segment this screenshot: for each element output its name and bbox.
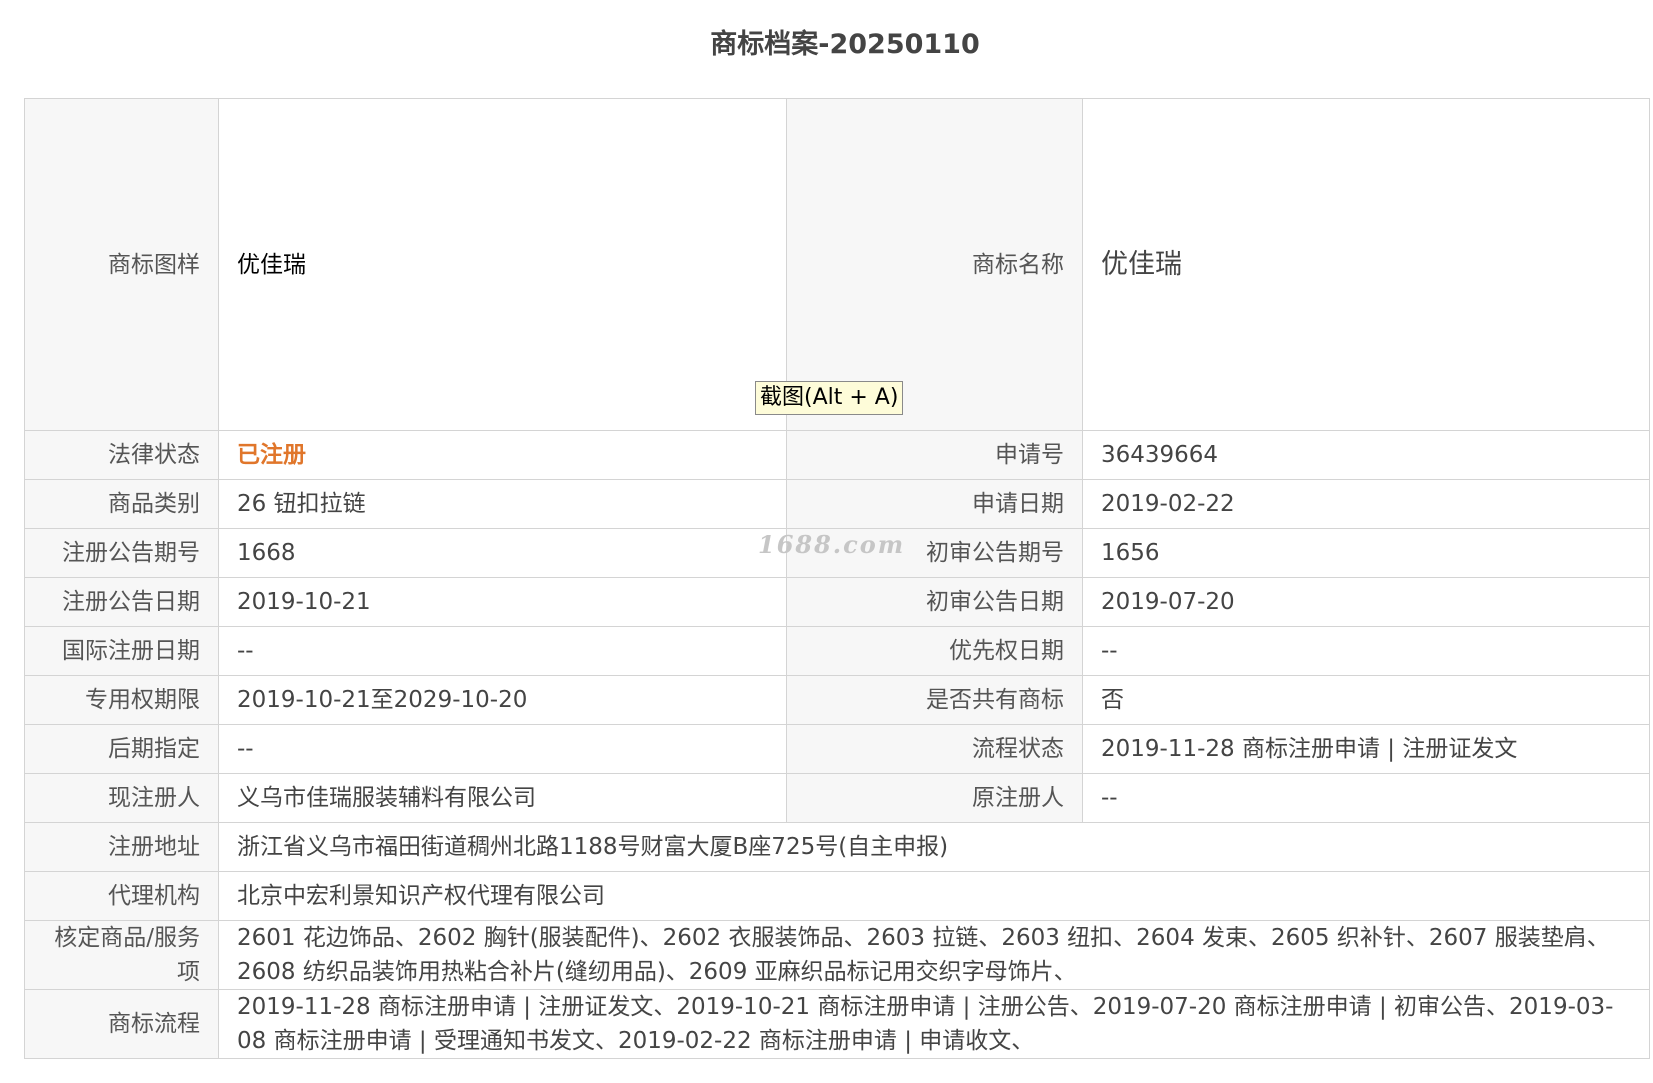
field-value: -- — [218, 724, 787, 774]
goods-value: 2601 花边饰品、2602 胸针(服装配件)、2602 衣服装饰品、2603 … — [218, 920, 1650, 990]
field-label: 注册公告期号 — [24, 528, 219, 578]
name-value: 优佳瑞 — [1082, 98, 1650, 431]
field-label: 国际注册日期 — [24, 626, 219, 676]
field-value: 否 — [1082, 675, 1650, 725]
table-row: 现注册人 义乌市佳瑞服装辅料有限公司 原注册人 -- — [24, 773, 1650, 823]
flow-label: 商标流程 — [24, 989, 219, 1059]
field-label: 注册公告日期 — [24, 577, 219, 627]
table-row: 法律状态 已注册 申请号 36439664 — [24, 430, 1650, 480]
field-value: 义乌市佳瑞服装辅料有限公司 — [218, 773, 787, 823]
goods-label: 核定商品/服务项 — [24, 920, 219, 990]
field-label: 现注册人 — [24, 773, 219, 823]
page-title: 商标档案-20250110 — [710, 29, 980, 60]
field-label: 是否共有商标 — [786, 675, 1083, 725]
address-value: 浙江省义乌市福田街道稠州北路1188号财富大厦B座725号(自主申报) — [218, 822, 1650, 872]
table-row: 注册公告日期 2019-10-21 初审公告日期 2019-07-20 — [24, 577, 1650, 627]
legal-status-badge: 已注册 — [237, 442, 306, 468]
table-row: 专用权期限 2019-10-21至2029-10-20 是否共有商标 否 — [24, 675, 1650, 725]
table-row: 后期指定 -- 流程状态 2019-11-28 商标注册申请 | 注册证发文 — [24, 724, 1650, 774]
field-value: 2019-02-22 — [1082, 479, 1650, 529]
field-label: 后期指定 — [24, 724, 219, 774]
field-value: 26 钮扣拉链 — [218, 479, 787, 529]
field-label: 初审公告日期 — [786, 577, 1083, 627]
address-label: 注册地址 — [24, 822, 219, 872]
table-row: 商品类别 26 钮扣拉链 申请日期 2019-02-22 — [24, 479, 1650, 529]
field-value: -- — [218, 626, 787, 676]
field-value: 1668 — [218, 528, 787, 578]
flow-row: 商标流程 2019-11-28 商标注册申请 | 注册证发文、2019-10-2… — [24, 989, 1650, 1059]
agency-value: 北京中宏利景知识产权代理有限公司 — [218, 871, 1650, 921]
field-value: -- — [1082, 626, 1650, 676]
field-value: 2019-07-20 — [1082, 577, 1650, 627]
field-label: 流程状态 — [786, 724, 1083, 774]
field-value: 2019-10-21至2029-10-20 — [218, 675, 787, 725]
field-label: 申请号 — [786, 430, 1083, 480]
address-row: 注册地址 浙江省义乌市福田街道稠州北路1188号财富大厦B座725号(自主申报) — [24, 822, 1650, 872]
logo-label: 商标图样 — [24, 98, 219, 431]
field-value: 2019-11-28 商标注册申请 | 注册证发文 — [1082, 724, 1650, 774]
field-value: -- — [1082, 773, 1650, 823]
field-label: 申请日期 — [786, 479, 1083, 529]
field-label: 法律状态 — [24, 430, 219, 480]
flow-value: 2019-11-28 商标注册申请 | 注册证发文、2019-10-21 商标注… — [218, 989, 1650, 1059]
field-value: 2019-10-21 — [218, 577, 787, 627]
trademark-record-table: 商标图样 优佳瑞 商标名称 优佳瑞 法律状态 已注册 申请号 36439664 … — [24, 98, 1650, 1059]
table-row: 国际注册日期 -- 优先权日期 -- — [24, 626, 1650, 676]
agency-label: 代理机构 — [24, 871, 219, 921]
goods-row: 核定商品/服务项 2601 花边饰品、2602 胸针(服装配件)、2602 衣服… — [24, 920, 1650, 990]
field-value: 1656 — [1082, 528, 1650, 578]
field-label: 专用权期限 — [24, 675, 219, 725]
field-label: 商品类别 — [24, 479, 219, 529]
field-value: 36439664 — [1082, 430, 1650, 480]
field-label: 原注册人 — [786, 773, 1083, 823]
agency-row: 代理机构 北京中宏利景知识产权代理有限公司 — [24, 871, 1650, 921]
watermark: 1688.com — [758, 530, 906, 559]
field-label: 优先权日期 — [786, 626, 1083, 676]
trademark-image: 优佳瑞 — [218, 98, 787, 431]
screenshot-tooltip: 截图(Alt + A) — [755, 381, 904, 415]
